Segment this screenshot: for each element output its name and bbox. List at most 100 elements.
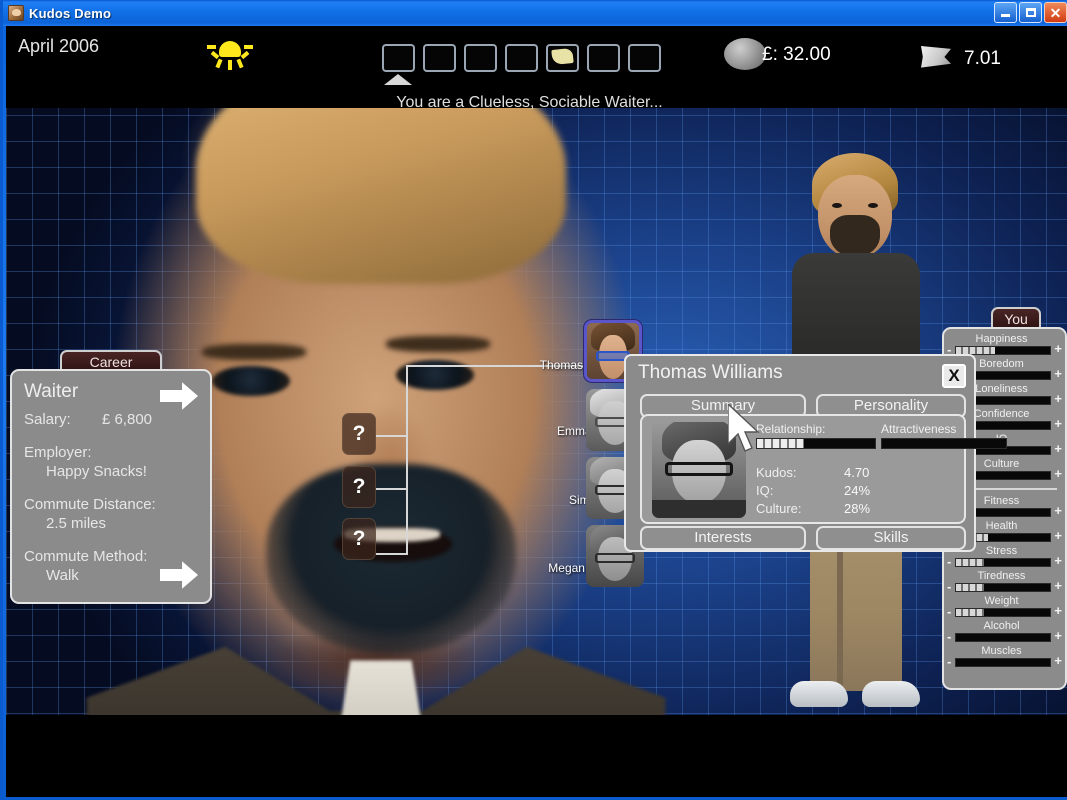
stat-label: Weight xyxy=(949,595,1054,607)
day-box[interactable] xyxy=(628,44,661,72)
tab-skills[interactable]: Skills xyxy=(816,526,966,550)
stat-decrease-button[interactable]: - xyxy=(947,345,951,354)
day-progress-boxes xyxy=(382,44,661,72)
stat-label: Muscles xyxy=(949,645,1054,657)
npc-detail-dialog: Thomas Williams X Summary Personality In… xyxy=(624,354,976,552)
unknown-person-slot[interactable]: ? xyxy=(342,413,376,455)
stat-decrease-button[interactable]: - xyxy=(947,607,951,616)
window-controls: ✕ xyxy=(994,2,1067,23)
stat-bar-wrapper: -+ xyxy=(949,633,1054,642)
app-face-icon xyxy=(8,5,24,21)
stat-bar-wrapper: -+ xyxy=(949,658,1054,667)
unknown-person-slot[interactable]: ? xyxy=(342,518,376,560)
stat-increase-button[interactable]: + xyxy=(1054,606,1062,615)
stat-decrease-button[interactable]: - xyxy=(947,582,951,591)
stat-increase-button[interactable]: + xyxy=(1054,394,1062,403)
npc-attractiveness-label: Attractiveness xyxy=(881,422,1007,436)
bottom-bar: Skills No Skills! xyxy=(6,715,1067,797)
stat-increase-button[interactable]: + xyxy=(1054,656,1062,665)
career-commute-method-label: Commute Method: xyxy=(24,548,198,565)
window-title: Kudos Demo xyxy=(29,6,111,21)
stat-bar-wrapper: -+ xyxy=(949,558,1054,567)
stat-bar xyxy=(955,583,1051,592)
game-screen: ? ? ? Thomas Williams Emma Wilson Simon … xyxy=(6,26,1067,797)
game-date: April 2006 xyxy=(18,36,99,57)
stat-decrease-button[interactable]: - xyxy=(947,632,951,641)
stat-bar xyxy=(955,633,1051,642)
stat-decrease-button[interactable]: - xyxy=(947,557,951,566)
npc-portrait-thomas xyxy=(652,422,746,518)
stat-bar-fill xyxy=(956,559,984,566)
stat-label: Tiredness xyxy=(949,570,1054,582)
career-salary-label: Salary: xyxy=(24,411,71,428)
stat-increase-button[interactable]: + xyxy=(1054,469,1062,478)
relationship-tree: ? ? ? Thomas Williams Emma Wilson Simon … xyxy=(346,323,646,593)
application-window: Kudos Demo ✕ xyxy=(0,0,1067,800)
career-panel: Waiter Salary: £ 6,800 Employer: Happy S… xyxy=(10,369,212,604)
npc-stat-label: Kudos: xyxy=(756,465,844,480)
career-employer-value: Happy Snacks! xyxy=(24,463,198,480)
stat-bar xyxy=(955,608,1051,617)
game-viewport: ? ? ? Thomas Williams Emma Wilson Simon … xyxy=(6,108,1067,740)
stat-increase-button[interactable]: + xyxy=(1054,531,1062,540)
flag-icon xyxy=(921,46,951,70)
day-box[interactable] xyxy=(382,44,415,72)
day-box[interactable] xyxy=(464,44,497,72)
money-value: £: 32.00 xyxy=(762,44,831,66)
npc-stat-value: 24% xyxy=(844,483,870,498)
stat-bar-fill xyxy=(956,609,984,616)
stat-row-weight: Weight-+ xyxy=(944,595,1065,620)
stat-increase-button[interactable]: + xyxy=(1054,631,1062,640)
stat-increase-button[interactable]: + xyxy=(1054,581,1062,590)
career-commute-distance-label: Commute Distance: xyxy=(24,496,198,513)
stat-bar xyxy=(955,558,1051,567)
npc-name: Thomas Williams xyxy=(638,362,783,384)
npc-stat-label: Culture: xyxy=(756,501,844,516)
stat-label: Alcohol xyxy=(949,620,1054,632)
stat-row-alcohol: Alcohol-+ xyxy=(944,620,1065,645)
stat-increase-button[interactable]: + xyxy=(1054,369,1062,378)
npc-summary-body: Relationship: Attractiveness Ku xyxy=(640,414,966,524)
npc-stat-pair: IQ:24% xyxy=(756,483,958,498)
npc-relationship-bar xyxy=(756,438,876,449)
status-line: You are a Clueless, Sociable Waiter... xyxy=(6,94,1067,112)
stat-increase-button[interactable]: + xyxy=(1054,419,1062,428)
stat-label: Happiness xyxy=(949,333,1054,345)
npc-stat-value: 4.70 xyxy=(844,465,869,480)
kudos-value: 7.01 xyxy=(964,48,1001,70)
stat-row-muscles: Muscles-+ xyxy=(944,645,1065,670)
day-box-active[interactable] xyxy=(546,44,579,72)
stat-bar-wrapper: -+ xyxy=(949,608,1054,617)
title-bar: Kudos Demo ✕ xyxy=(3,0,1067,26)
npc-stat-label: IQ: xyxy=(756,483,844,498)
npc-stat-pair: Culture:28% xyxy=(756,501,958,516)
day-indicator-caret xyxy=(384,74,412,85)
stat-bar xyxy=(955,658,1051,667)
minimize-button[interactable] xyxy=(994,2,1017,23)
unknown-person-slot[interactable]: ? xyxy=(342,466,376,508)
sun-icon xyxy=(206,31,254,73)
tab-interests[interactable]: Interests xyxy=(640,526,806,550)
close-icon[interactable]: X xyxy=(942,364,966,388)
career-commute-distance-value: 2.5 miles xyxy=(24,515,198,532)
stat-bar-fill xyxy=(956,347,995,354)
npc-stat-value: 28% xyxy=(844,501,870,516)
npc-relationship-label: Relationship: xyxy=(756,422,876,436)
stat-bar-wrapper: -+ xyxy=(949,583,1054,592)
maximize-button[interactable] xyxy=(1019,2,1042,23)
npc-stat-pair: Kudos:4.70 xyxy=(756,465,958,480)
day-box[interactable] xyxy=(587,44,620,72)
stat-increase-button[interactable]: + xyxy=(1054,344,1062,353)
day-box[interactable] xyxy=(423,44,456,72)
stat-increase-button[interactable]: + xyxy=(1054,444,1062,453)
close-button[interactable]: ✕ xyxy=(1044,2,1067,23)
day-box[interactable] xyxy=(505,44,538,72)
stat-increase-button[interactable]: + xyxy=(1054,506,1062,515)
npc-stat-list: Kudos:4.70IQ:24%Culture:28% xyxy=(756,462,958,516)
stat-decrease-button[interactable]: - xyxy=(947,657,951,666)
stat-increase-button[interactable]: + xyxy=(1054,556,1062,565)
npc-attractiveness-bar xyxy=(881,438,1007,449)
stat-row-tiredness: Tiredness-+ xyxy=(944,570,1065,595)
top-hud-bar: April 2006 £: xyxy=(6,26,1067,81)
career-employer-label: Employer: xyxy=(24,444,198,461)
